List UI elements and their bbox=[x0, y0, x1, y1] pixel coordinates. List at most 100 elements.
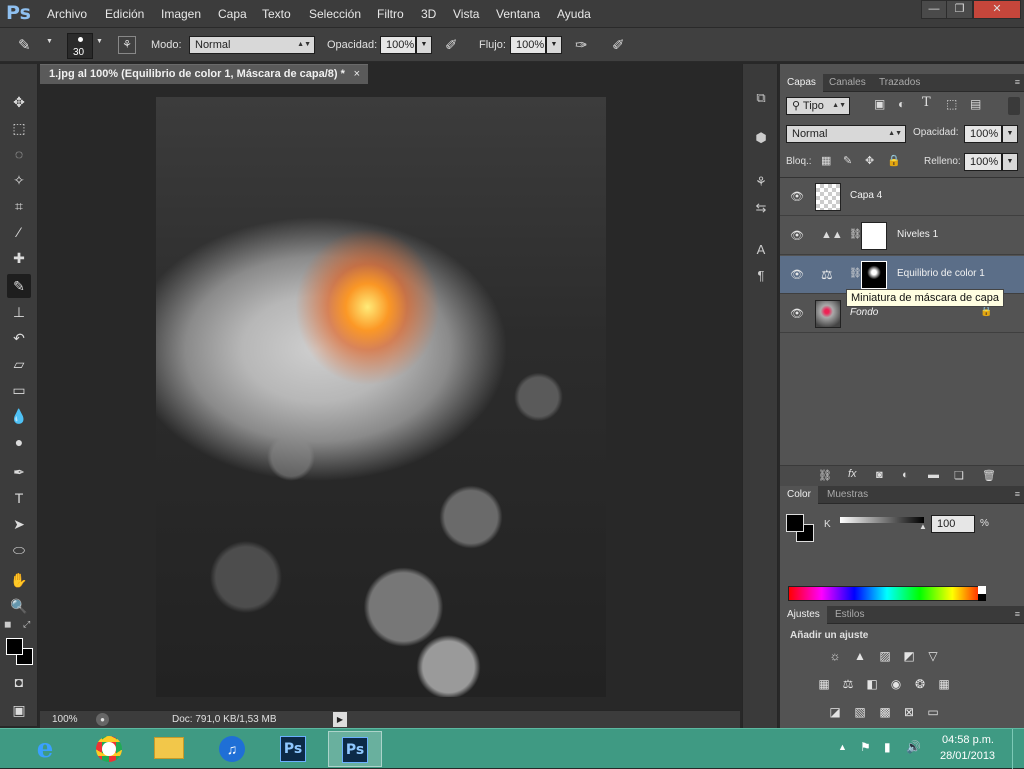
clone-source-icon[interactable]: ⇆ bbox=[751, 198, 771, 218]
spectrum-white[interactable] bbox=[978, 586, 986, 594]
airbrush-icon[interactable]: ✑ bbox=[575, 36, 588, 54]
document-canvas-image[interactable] bbox=[156, 97, 606, 697]
eye-icon[interactable]: 👁 bbox=[790, 307, 804, 320]
taskbar-photoshop-1[interactable]: Ps bbox=[266, 731, 320, 767]
brush-panel-dock-icon[interactable]: ⚘ bbox=[751, 172, 771, 192]
invert-icon[interactable]: ◪ bbox=[826, 704, 844, 720]
new-layer-icon[interactable]: ❏ bbox=[954, 469, 964, 482]
chain-link-icon[interactable]: ⛓ bbox=[849, 229, 862, 240]
tab-canales[interactable]: Canales bbox=[822, 74, 873, 92]
taskbar-itunes[interactable]: ♫ bbox=[205, 731, 259, 767]
menu-ventana[interactable]: Ventana bbox=[496, 7, 540, 21]
levels-icon[interactable]: ▲ bbox=[851, 648, 869, 664]
color-fg-swatch[interactable] bbox=[786, 514, 804, 532]
brush-tool-icon[interactable]: ✎ bbox=[18, 36, 31, 54]
close-tab-icon[interactable]: × bbox=[354, 65, 360, 84]
menu-capa[interactable]: Capa bbox=[218, 7, 247, 21]
opacity-arrow-icon[interactable]: ▼ bbox=[416, 36, 432, 54]
zoom-level[interactable]: 100% bbox=[52, 714, 78, 725]
3d-panel-icon[interactable]: ⬢ bbox=[751, 128, 771, 148]
gradient-tool-icon[interactable]: ▭ bbox=[7, 378, 31, 402]
opacity-input[interactable]: 100% bbox=[380, 36, 416, 54]
lasso-tool-icon[interactable]: ◌ bbox=[7, 142, 31, 166]
posterize-icon[interactable]: ▧ bbox=[851, 704, 869, 720]
dodge-tool-icon[interactable]: ● bbox=[7, 430, 31, 454]
selective-color-icon[interactable]: ⊠ bbox=[900, 704, 918, 720]
marquee-tool-icon[interactable]: ⬚ bbox=[7, 116, 31, 140]
taskbar-internet-explorer[interactable]: e bbox=[18, 731, 72, 767]
foreground-color-swatch[interactable] bbox=[6, 638, 23, 655]
taskbar-chrome[interactable] bbox=[82, 731, 136, 767]
eye-icon[interactable]: 👁 bbox=[790, 229, 804, 242]
lock-pixels-icon[interactable]: ✎ bbox=[843, 154, 852, 167]
pressure-size-icon[interactable]: ✐ bbox=[612, 36, 625, 54]
layer-filter-dropdown[interactable]: ⚲ Tipo ▲▼ bbox=[786, 97, 850, 115]
quick-mask-icon[interactable]: ◘ bbox=[7, 670, 31, 694]
type-tool-icon[interactable]: T bbox=[7, 486, 31, 510]
menu-seleccion[interactable]: Selección bbox=[309, 7, 361, 21]
pressure-opacity-icon[interactable]: ✐ bbox=[445, 36, 458, 54]
filter-shape-icon[interactable]: ⬚ bbox=[946, 97, 957, 111]
status-menu-arrow-icon[interactable]: ▶ bbox=[333, 712, 347, 727]
path-selection-icon[interactable]: ➤ bbox=[7, 512, 31, 536]
document-tab[interactable]: 1.jpg al 100% (Equilibrio de color 1, Má… bbox=[40, 64, 368, 84]
taskbar-photoshop-2[interactable]: Ps bbox=[328, 731, 382, 767]
levels-adjustment-icon[interactable]: ▲▲ bbox=[821, 229, 843, 241]
menu-ayuda[interactable]: Ayuda bbox=[557, 7, 591, 21]
volume-icon[interactable]: 🔊 bbox=[906, 740, 921, 754]
swap-colors-icon[interactable]: ⤢ bbox=[23, 619, 30, 630]
character-panel-icon[interactable]: A bbox=[751, 240, 771, 260]
menu-3d[interactable]: 3D bbox=[421, 7, 436, 21]
taskbar-explorer[interactable] bbox=[142, 731, 196, 767]
channel-value-input[interactable]: 100 bbox=[931, 515, 975, 533]
flow-arrow-icon[interactable]: ▼ bbox=[546, 36, 562, 54]
lock-all-icon[interactable]: 🔒 bbox=[887, 154, 901, 167]
layer-thumbnail[interactable] bbox=[815, 183, 841, 211]
menu-texto[interactable]: Texto bbox=[262, 7, 291, 21]
pen-tool-icon[interactable]: ✒ bbox=[7, 460, 31, 484]
brush-tool-icon-active[interactable]: ✎ bbox=[7, 274, 31, 298]
brush-size-preview[interactable]: 30 bbox=[67, 33, 93, 59]
brush-panel-icon[interactable]: ⚘ bbox=[118, 36, 136, 54]
tab-color[interactable]: Color bbox=[780, 486, 818, 504]
layer-mask-thumbnail[interactable] bbox=[861, 261, 887, 289]
color-lookup-icon[interactable]: ▦ bbox=[935, 676, 953, 692]
action-center-flag-icon[interactable]: ⚑ bbox=[860, 740, 871, 754]
photo-filter-icon[interactable]: ◉ bbox=[887, 676, 905, 692]
hue-saturation-icon[interactable]: ▦ bbox=[815, 676, 833, 692]
fill-arrow-icon[interactable]: ▼ bbox=[1002, 153, 1018, 171]
stamp-tool-icon[interactable]: ⊥ bbox=[7, 300, 31, 324]
adjustment-icon[interactable]: ◐ bbox=[902, 469, 909, 481]
eyedropper-icon[interactable]: ⁄ bbox=[7, 220, 31, 244]
hand-tool-icon[interactable]: ✋ bbox=[7, 568, 31, 592]
curves-icon[interactable]: ▨ bbox=[876, 648, 894, 664]
show-desktop-button[interactable] bbox=[1012, 729, 1024, 769]
crop-tool-icon[interactable]: ⌗ bbox=[7, 194, 31, 218]
filter-toggle[interactable] bbox=[1008, 97, 1020, 115]
channel-mixer-icon[interactable]: ❂ bbox=[911, 676, 929, 692]
brush-picker-arrow-icon[interactable]: ▼ bbox=[96, 38, 103, 45]
tab-capas[interactable]: Capas bbox=[780, 74, 823, 92]
black-white-icon[interactable]: ◧ bbox=[863, 676, 881, 692]
filter-adjustment-icon[interactable]: ◐ bbox=[898, 97, 905, 111]
clock-date[interactable]: 28/01/2013 bbox=[940, 750, 995, 762]
move-tool-icon[interactable]: ✥ bbox=[7, 90, 31, 114]
spectrum-black[interactable] bbox=[978, 594, 986, 601]
blur-tool-icon[interactable]: 💧 bbox=[7, 404, 31, 428]
tab-muestras[interactable]: Muestras bbox=[820, 486, 875, 504]
zoom-tool-icon[interactable]: 🔍 bbox=[7, 594, 31, 618]
filter-pixel-icon[interactable]: ▣ bbox=[874, 97, 885, 111]
blend-mode-dropdown[interactable]: Normal ▲▼ bbox=[786, 125, 906, 143]
filter-type-icon[interactable]: T bbox=[922, 95, 931, 110]
trash-icon[interactable]: 🗑 bbox=[982, 469, 996, 482]
menu-filtro[interactable]: Filtro bbox=[377, 7, 404, 21]
vibrance-icon[interactable]: ▽ bbox=[924, 648, 942, 664]
layer-opacity-input[interactable]: 100% bbox=[964, 125, 1002, 143]
shape-tool-icon[interactable]: ⬭ bbox=[7, 538, 31, 562]
color-spectrum-bar[interactable] bbox=[788, 586, 986, 601]
link-icon[interactable]: ⛓ bbox=[818, 469, 832, 482]
exposure-icon[interactable]: ◩ bbox=[900, 648, 918, 664]
color-balance-adj-icon[interactable]: ⚖ bbox=[839, 676, 857, 692]
status-settings-icon[interactable]: ● bbox=[96, 713, 109, 726]
layer-row-niveles[interactable]: 👁 ▲▲ ⛓ Niveles 1 bbox=[780, 217, 1024, 255]
